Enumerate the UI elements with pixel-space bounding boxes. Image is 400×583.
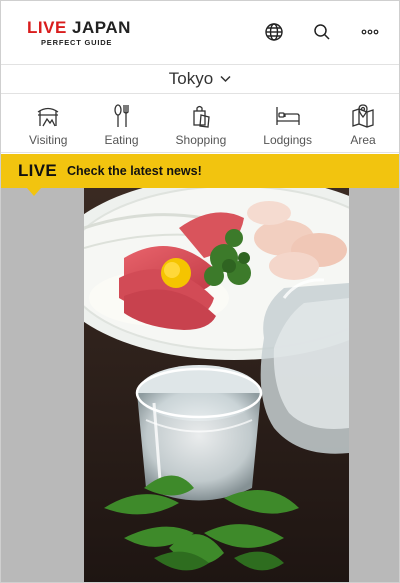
globe-icon[interactable]	[263, 21, 285, 43]
nav-item-lodgings[interactable]: Lodgings	[263, 94, 312, 152]
logo-live-text: LIVE	[27, 18, 67, 37]
chevron-down-icon	[220, 75, 231, 83]
logo-subtitle: PERFECT GUIDE	[41, 38, 113, 47]
app-frame: LIVE JAPAN PERFECT GUIDE Tokyo Visiting …	[0, 0, 400, 583]
eating-icon	[108, 102, 136, 130]
visiting-icon	[34, 102, 62, 130]
nav-label: Visiting	[29, 133, 68, 147]
logo-japan-text: JAPAN	[72, 18, 131, 37]
content-area	[1, 188, 399, 582]
nav-label: Shopping	[175, 133, 227, 147]
area-icon	[349, 102, 377, 130]
banner-pointer	[27, 188, 41, 196]
nav-label: Lodgings	[263, 133, 312, 147]
nav-item-visiting[interactable]: Visiting	[29, 94, 67, 152]
nav-item-eating[interactable]: Eating	[104, 94, 139, 152]
city-selector[interactable]: Tokyo	[1, 65, 399, 94]
site-logo[interactable]: LIVE JAPAN PERFECT GUIDE	[27, 19, 131, 47]
live-tag: LIVE	[18, 161, 57, 180]
search-icon[interactable]	[311, 21, 333, 43]
nav-item-area[interactable]: Area	[349, 94, 377, 152]
nav-label: Eating	[104, 133, 139, 147]
live-message: Check the latest news!	[67, 164, 202, 178]
nav-item-shopping[interactable]: Shopping	[175, 94, 227, 152]
category-nav: Visiting Eating Shopping Lodgings Area	[1, 94, 399, 153]
sashimi-sake-photo	[84, 188, 349, 582]
live-news-banner[interactable]: LIVE Check the latest news!	[1, 154, 399, 188]
more-icon[interactable]	[359, 21, 381, 43]
lodgings-icon	[274, 102, 302, 130]
city-label: Tokyo	[168, 69, 214, 88]
hero-image[interactable]	[84, 188, 349, 582]
nav-label: Area	[350, 133, 376, 147]
shopping-icon	[187, 102, 215, 130]
top-header: LIVE JAPAN PERFECT GUIDE	[1, 1, 399, 65]
